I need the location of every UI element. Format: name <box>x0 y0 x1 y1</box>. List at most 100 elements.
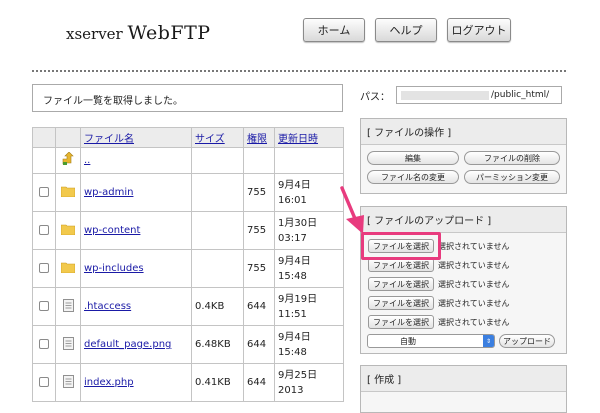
row-checkbox[interactable] <box>39 225 49 235</box>
file-icon <box>62 336 74 350</box>
row-checkbox[interactable] <box>39 301 49 311</box>
status-message: ファイル一覧を取得しました。 <box>32 84 343 112</box>
table-row: .htaccess 0.4KB 644 9月19日 11:51 <box>32 287 344 326</box>
header-divider <box>32 70 566 72</box>
parent-directory-icon[interactable] <box>61 151 75 166</box>
file-table-header: ファイル名 サイズ 権限 更新日時 <box>32 127 344 148</box>
choose-file-button[interactable]: ファイルを選択 <box>368 296 434 310</box>
file-icon <box>62 374 74 388</box>
table-row: wp-content 755 1月30日 03:17 <box>32 211 344 250</box>
sort-by-date-link[interactable]: 更新日時 <box>278 134 318 145</box>
path-field[interactable]: /public_html/ <box>396 86 562 104</box>
upload-slot: ファイルを選択 選択されていません <box>368 258 510 272</box>
file-permission: 755 <box>243 211 275 250</box>
upload-slot: ファイルを選択 選択されていません <box>368 277 510 291</box>
file-name-link[interactable]: wp-content <box>84 225 140 236</box>
file-size: 0.4KB <box>191 287 244 326</box>
header-nav: ホーム ヘルプ ログアウト <box>303 18 511 42</box>
home-button[interactable]: ホーム <box>303 18 365 42</box>
file-time: 15:48 <box>278 346 307 358</box>
table-row: index.php 0.41KB 644 9月25日 2013 <box>32 363 344 402</box>
upload-slot: ファイルを選択 選択されていません <box>368 296 510 310</box>
upload-slot: ファイルを選択 選択されていません <box>368 239 510 253</box>
row-checkbox[interactable] <box>39 263 49 273</box>
parent-directory-link[interactable]: .. <box>84 155 90 166</box>
row-checkbox[interactable] <box>39 187 49 197</box>
row-checkbox[interactable] <box>39 339 49 349</box>
file-size <box>191 173 244 212</box>
file-operations-panel: [ ファイルの操作 ] 編集 ファイルの削除 ファイル名の変更 パーミッション変… <box>360 118 567 194</box>
no-file-selected-label: 選択されていません <box>438 260 510 270</box>
folder-icon <box>60 186 76 198</box>
column-size: サイズ <box>191 127 244 148</box>
choose-file-button[interactable]: ファイルを選択 <box>368 239 434 253</box>
choose-file-button[interactable]: ファイルを選択 <box>368 258 434 272</box>
help-button[interactable]: ヘルプ <box>375 18 437 42</box>
no-file-selected-label: 選択されていません <box>438 241 510 251</box>
table-row: default_page.png 6.48KB 644 9月4日 15:48 <box>32 325 344 364</box>
create-title: [ 作成 ] <box>361 366 566 392</box>
delete-file-button[interactable]: ファイルの削除 <box>464 151 560 165</box>
file-permission: 644 <box>243 287 275 326</box>
edit-button[interactable]: 編集 <box>367 151 459 165</box>
sort-by-name-link[interactable]: ファイル名 <box>84 134 134 145</box>
file-list-table: ファイル名 サイズ 権限 更新日時 .. wp-admin 755 9月4日 16… <box>32 127 344 402</box>
select-arrows-icon: ⇕ <box>483 335 494 347</box>
header-checkbox-col <box>32 127 56 148</box>
file-size: 6.48KB <box>191 325 244 364</box>
no-file-selected-label: 選択されていません <box>438 279 510 289</box>
folder-icon <box>60 262 76 274</box>
file-time: 2013 <box>278 384 304 396</box>
change-permission-button[interactable]: パーミッション変更 <box>464 170 560 184</box>
path-row: パス： /public_html/ <box>360 86 562 104</box>
logout-button[interactable]: ログアウト <box>447 18 511 42</box>
rename-file-button[interactable]: ファイル名の変更 <box>367 170 459 184</box>
path-value: /public_html/ <box>491 90 550 100</box>
file-permission: 644 <box>243 325 275 364</box>
file-date: 9月25日 <box>278 369 318 381</box>
folder-icon <box>60 224 76 236</box>
logo-prefix: xserver <box>66 25 128 43</box>
transfer-mode-select[interactable]: 自動 ⇕ <box>367 334 495 348</box>
file-size <box>191 249 244 288</box>
path-label: パス： <box>360 91 390 103</box>
column-name: ファイル名 <box>80 127 192 148</box>
file-date: 9月19日 <box>278 293 318 305</box>
choose-file-button[interactable]: ファイルを選択 <box>368 277 434 291</box>
file-date: 9月4日 <box>278 331 311 343</box>
file-name-link[interactable]: index.php <box>84 377 134 388</box>
file-operations-title: [ ファイルの操作 ] <box>361 119 566 145</box>
annotation-arrow-icon <box>340 186 364 234</box>
no-file-selected-label: 選択されていません <box>438 317 510 327</box>
file-permission: 755 <box>243 249 275 288</box>
xserver-webftp-logo: xserver WebFTP <box>66 22 211 44</box>
column-permission: 権限 <box>243 127 275 148</box>
file-upload-title: [ ファイルのアップロード ] <box>361 207 566 233</box>
file-upload-panel: [ ファイルのアップロード ] ファイルを選択 選択されていません ファイルを選… <box>360 206 567 354</box>
file-size <box>191 211 244 250</box>
file-date: 9月4日 <box>278 255 311 267</box>
transfer-mode-value: 自動 <box>400 336 416 346</box>
create-panel: [ 作成 ] <box>360 365 567 413</box>
file-time: 11:51 <box>278 308 307 320</box>
redacted-path <box>401 90 489 100</box>
file-permission: 644 <box>243 363 275 402</box>
upload-slot: ファイルを選択 選択されていません <box>368 315 510 329</box>
file-name-link[interactable]: wp-admin <box>84 187 133 198</box>
file-permission: 755 <box>243 173 275 212</box>
file-name-link[interactable]: default_page.png <box>84 339 171 350</box>
file-name-link[interactable]: wp-includes <box>84 263 144 274</box>
no-file-selected-label: 選択されていません <box>438 298 510 308</box>
parent-dir-row: .. <box>32 147 344 174</box>
row-checkbox[interactable] <box>39 377 49 387</box>
table-row: wp-admin 755 9月4日 16:01 <box>32 173 344 212</box>
sort-by-permission-link[interactable]: 権限 <box>247 134 267 145</box>
file-name-link[interactable]: .htaccess <box>84 301 131 312</box>
file-size: 0.41KB <box>191 363 244 402</box>
upload-button[interactable]: アップロード <box>499 334 555 348</box>
table-row: wp-includes 755 9月4日 15:48 <box>32 249 344 288</box>
choose-file-button[interactable]: ファイルを選択 <box>368 315 434 329</box>
logo-main: WebFTP <box>127 22 211 44</box>
sort-by-size-link[interactable]: サイズ <box>195 134 225 145</box>
file-icon <box>62 298 74 312</box>
